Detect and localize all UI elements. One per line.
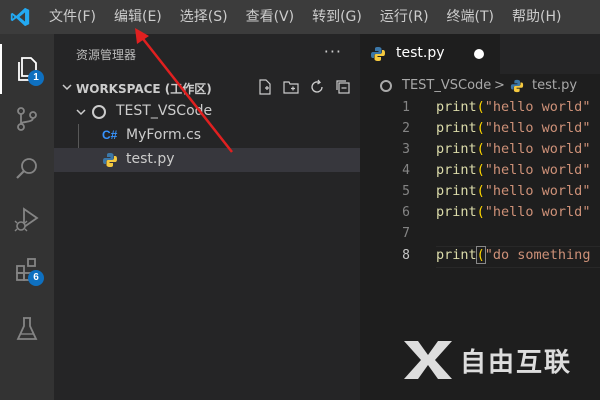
- tab-label: test.py: [396, 45, 445, 61]
- breadcrumb: TEST_VSCode > test.py: [360, 74, 600, 98]
- menu-go[interactable]: 转到(G): [303, 0, 371, 34]
- collapse-all-icon[interactable]: [334, 78, 352, 96]
- refresh-icon[interactable]: [308, 78, 326, 96]
- menu-view[interactable]: 查看(V): [237, 0, 304, 34]
- chevron-down-icon: [62, 84, 72, 91]
- explorer-badge: 1: [28, 70, 44, 86]
- testing-button[interactable]: [0, 304, 54, 354]
- watermark-logo-icon: [404, 341, 452, 379]
- new-folder-icon[interactable]: [282, 78, 300, 96]
- chevron-down-icon: [76, 109, 86, 116]
- code-line[interactable]: print("hello world": [436, 183, 590, 199]
- code-line[interactable]: print("hello world": [436, 99, 590, 115]
- tab-bar: test.py: [360, 34, 600, 74]
- beaker-icon: [16, 317, 38, 340]
- menu-selection[interactable]: 选择(S): [171, 0, 237, 34]
- code-line[interactable]: print("hello world": [436, 204, 590, 220]
- python-file-icon: [103, 153, 117, 167]
- line-number: 8: [402, 248, 410, 263]
- line-number: 7: [402, 226, 410, 241]
- breadcrumb-separator: >: [494, 78, 505, 93]
- folder-status-icon: [92, 105, 106, 119]
- line-number: 4: [402, 163, 410, 178]
- tab-test-py[interactable]: test.py: [360, 34, 500, 74]
- breadcrumb-file[interactable]: test.py: [532, 78, 577, 93]
- watermark-text: 自由互联: [460, 347, 573, 378]
- watermark: 自由互联: [400, 335, 590, 385]
- tree-folder-test-vscode[interactable]: TEST_VSCode: [54, 100, 360, 124]
- more-actions-button[interactable]: ···: [324, 42, 342, 61]
- source-control-icon: [17, 107, 37, 131]
- extensions-button[interactable]: 6: [0, 244, 54, 294]
- search-button[interactable]: [0, 144, 54, 194]
- python-file-icon: [371, 47, 385, 61]
- menu-terminal[interactable]: 终端(T): [438, 0, 503, 34]
- code-line[interactable]: print("hello world": [436, 162, 590, 178]
- line-number: 1: [402, 100, 410, 115]
- tree-file-myform[interactable]: C# MyForm.cs: [54, 124, 360, 148]
- menu-help[interactable]: 帮助(H): [503, 0, 570, 34]
- menu-file[interactable]: 文件(F): [40, 0, 105, 34]
- extensions-badge: 6: [28, 270, 44, 286]
- menu-bar: 文件(F) 编辑(E) 选择(S) 查看(V) 转到(G) 运行(R) 终端(T…: [0, 0, 600, 34]
- sidebar-title: 资源管理器: [76, 48, 137, 62]
- workspace-label: WORKSPACE (工作区): [76, 82, 212, 96]
- menu-run[interactable]: 运行(R): [371, 0, 438, 34]
- code-line[interactable]: print("hello world": [436, 141, 590, 157]
- tree-file-label: MyForm.cs: [126, 127, 202, 143]
- search-icon: [16, 158, 37, 179]
- vscode-logo-icon: [0, 0, 40, 34]
- line-number: 6: [402, 205, 410, 220]
- source-control-button[interactable]: [0, 94, 54, 144]
- workspace-header[interactable]: WORKSPACE (工作区): [54, 76, 360, 100]
- run-debug-button[interactable]: [0, 194, 54, 244]
- python-file-icon: [510, 79, 524, 93]
- code-line[interactable]: print("do something: [436, 246, 590, 264]
- unsaved-dot-icon[interactable]: [474, 49, 484, 59]
- breadcrumb-folder[interactable]: TEST_VSCode: [402, 78, 491, 93]
- csharp-file-icon: C#: [102, 128, 118, 142]
- tree-file-test-py[interactable]: test.py: [54, 148, 360, 172]
- explorer-button[interactable]: 1: [0, 44, 54, 94]
- folder-status-icon: [380, 80, 392, 92]
- explorer-sidebar: 资源管理器 ··· WORKSPACE (工作区) TEST_VSCode C#…: [54, 34, 360, 400]
- tree-file-label: test.py: [126, 151, 175, 167]
- line-number: 3: [402, 142, 410, 157]
- run-debug-icon: [14, 207, 39, 232]
- tree-folder-label: TEST_VSCode: [116, 103, 213, 119]
- line-number: 2: [402, 121, 410, 136]
- activity-bar: 1 6: [0, 34, 54, 400]
- menu-edit[interactable]: 编辑(E): [105, 0, 171, 34]
- line-number: 5: [402, 184, 410, 199]
- new-file-icon[interactable]: [256, 78, 274, 96]
- code-line[interactable]: print("hello world": [436, 120, 590, 136]
